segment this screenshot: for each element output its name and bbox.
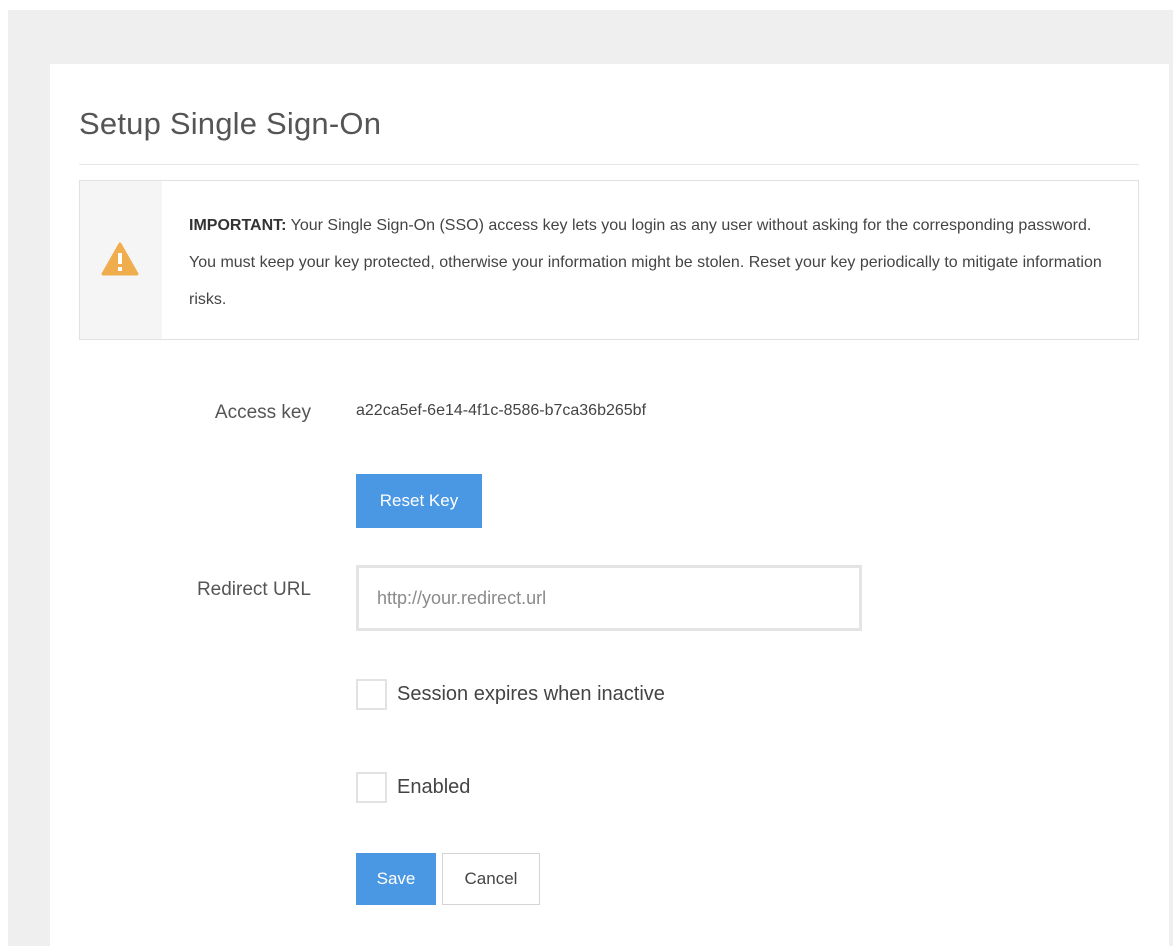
enabled-label[interactable]: Enabled — [397, 776, 470, 799]
cancel-button[interactable]: Cancel — [442, 853, 540, 905]
save-button[interactable]: Save — [356, 853, 436, 905]
session-expires-option: Session expires when inactive — [356, 678, 665, 710]
warning-icon — [101, 242, 139, 276]
alert-important-label: IMPORTANT: — [189, 217, 287, 234]
session-expires-label[interactable]: Session expires when inactive — [397, 683, 665, 706]
reset-key-button[interactable]: Reset Key — [356, 474, 482, 528]
warning-alert: IMPORTANT: Your Single Sign-On (SSO) acc… — [79, 180, 1139, 340]
access-key-value: a22ca5ef-6e14-4f1c-8586-b7ca36b265bf — [356, 402, 647, 419]
enabled-checkbox[interactable] — [356, 771, 387, 803]
title-divider — [79, 164, 1139, 165]
alert-icon-column — [80, 181, 162, 339]
redirect-url-input[interactable] — [356, 565, 862, 631]
redirect-url-label: Redirect URL — [196, 579, 311, 600]
session-expires-checkbox[interactable] — [356, 678, 387, 710]
access-key-label: Access key — [214, 402, 311, 423]
page-title: Setup Single Sign-On — [79, 106, 382, 141]
alert-message: IMPORTANT: Your Single Sign-On (SSO) acc… — [189, 207, 1109, 318]
alert-body-text: Your Single Sign-On (SSO) access key let… — [189, 217, 1102, 308]
sso-setup-panel: Setup Single Sign-On IMPORTANT: Your Sin… — [50, 64, 1169, 946]
enabled-option: Enabled — [356, 771, 470, 803]
